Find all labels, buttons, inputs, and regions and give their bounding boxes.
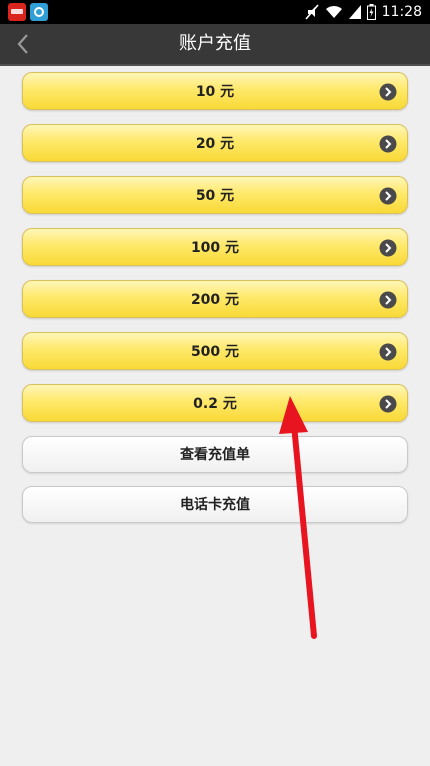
- amount-label: 0.2 元: [193, 396, 237, 412]
- wifi-icon: [325, 5, 343, 19]
- chevron-right-circle-icon: [379, 343, 397, 361]
- amount-label: 500 元: [190, 344, 240, 360]
- amount-label: 10 元: [195, 84, 235, 100]
- amount-button-200[interactable]: 200 元: [22, 280, 408, 318]
- amount-button-500[interactable]: 500 元: [22, 332, 408, 370]
- amount-button-0-2[interactable]: 0.2 元: [22, 384, 408, 422]
- view-orders-label: 查看充值单: [180, 447, 250, 463]
- chevron-right-circle-icon: [379, 395, 397, 413]
- status-indicators: 11:28: [305, 0, 422, 24]
- amount-button-20[interactable]: 20 元: [22, 124, 408, 162]
- amount-button-10[interactable]: 10 元: [22, 72, 408, 110]
- view-orders-button[interactable]: 查看充值单: [22, 436, 408, 473]
- chevron-right-circle-icon: [379, 83, 397, 101]
- chevron-right-circle-icon: [379, 187, 397, 205]
- amount-label: 20 元: [195, 136, 235, 152]
- page-title: 账户充值: [179, 33, 251, 54]
- app-teal-icon: [30, 3, 48, 21]
- signal-icon: [348, 5, 361, 19]
- app-red-icon: [8, 3, 26, 21]
- phone-card-recharge-button[interactable]: 电话卡充值: [22, 486, 408, 523]
- annotation-arrow-icon: [279, 396, 317, 639]
- amount-label: 100 元: [190, 240, 240, 256]
- chevron-right-circle-icon: [379, 291, 397, 309]
- battery-icon: [366, 4, 376, 20]
- status-time: 11:28: [381, 4, 422, 20]
- title-bar: 账户充值: [0, 24, 430, 66]
- phone-card-recharge-label: 电话卡充值: [180, 497, 250, 513]
- status-bar: 11:28: [0, 0, 430, 24]
- chevron-right-circle-icon: [379, 135, 397, 153]
- chevron-right-circle-icon: [379, 239, 397, 257]
- amount-label: 50 元: [195, 188, 235, 204]
- amount-button-50[interactable]: 50 元: [22, 176, 408, 214]
- amount-label: 200 元: [190, 292, 240, 308]
- mute-icon: [305, 4, 319, 20]
- amount-button-100[interactable]: 100 元: [22, 228, 408, 266]
